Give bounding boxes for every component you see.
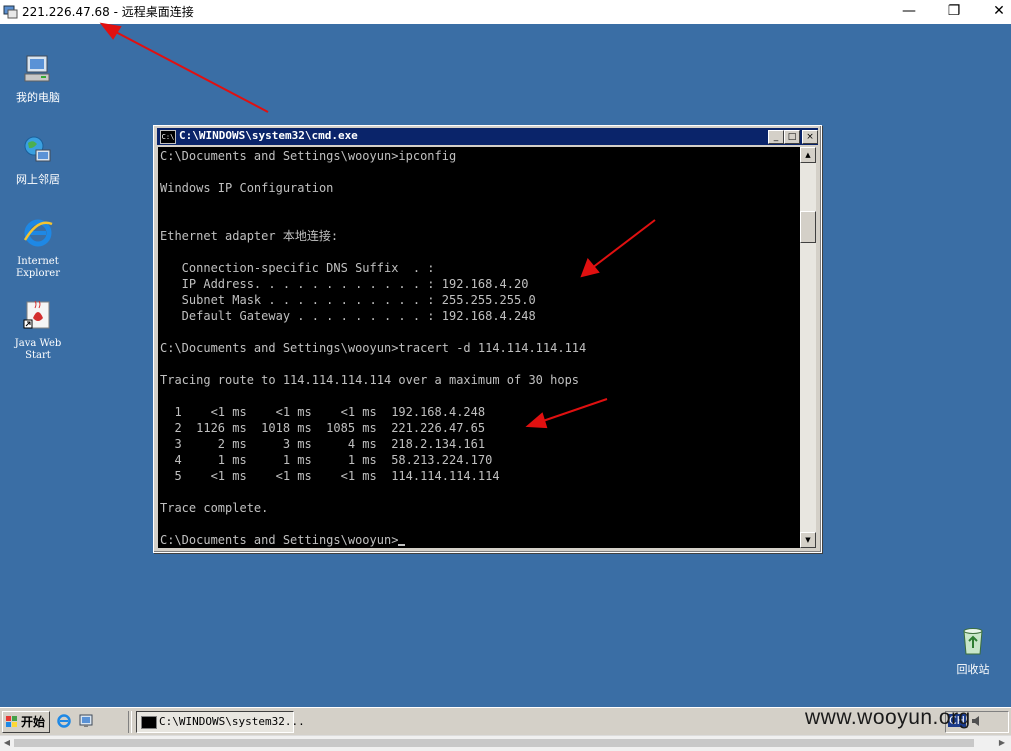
rdp-horizontal-scrollbar[interactable]: ◀ ▶	[0, 735, 1011, 751]
console-line: Default Gateway . . . . . . . . . : 192.…	[160, 309, 536, 323]
desktop-icon-internet-explorer[interactable]: Internet Explorer	[3, 216, 73, 280]
network-places-icon	[24, 136, 51, 162]
desktop-icon-label: 网上邻居	[16, 173, 60, 186]
cmd-title-bar[interactable]: C:\ C:\WINDOWS\system32\cmd.exe _ □ ×	[157, 128, 818, 145]
console-line: Subnet Mask . . . . . . . . . . . : 255.…	[160, 293, 536, 307]
start-label: 开始	[21, 715, 46, 729]
desktop-icon-my-computer[interactable]: 我的电脑	[3, 52, 73, 104]
cmd-minimize-button[interactable]: _	[768, 130, 784, 144]
desktop-icon-network[interactable]: 网上邻居	[3, 134, 73, 186]
console-line: 1 <1 ms <1 ms <1 ms 192.168.4.248	[160, 405, 486, 419]
quicklaunch-desktop-icon[interactable]	[78, 713, 94, 729]
remote-desktop-icon	[3, 5, 18, 19]
desktop-icon-java-web-start[interactable]: Java Web Start	[3, 298, 73, 362]
taskbar-button-cmd[interactable]: C:\WINDOWS\system32...	[136, 711, 305, 733]
console-line: 5 <1 ms <1 ms <1 ms 114.114.114.114	[160, 469, 500, 483]
start-button[interactable]: 开始	[2, 711, 50, 733]
java-web-start-icon	[23, 300, 50, 329]
cmd-icon: C:\	[160, 130, 176, 144]
scroll-right-arrow-icon[interactable]: ▶	[996, 737, 1008, 749]
console-line: IP Address. . . . . . . . . . . . : 192.…	[160, 277, 529, 291]
windows-flag-icon	[6, 716, 17, 727]
console-line: Ethernet adapter 本地连接:	[160, 229, 339, 243]
console-prompt-line[interactable]: C:\Documents and Settings\wooyun>	[160, 532, 406, 548]
my-computer-icon	[24, 55, 50, 82]
cmd-vertical-scrollbar[interactable]: ▲ ▼	[800, 147, 816, 548]
scroll-thumb[interactable]	[14, 739, 974, 747]
desktop-icon-label: 我的电脑	[16, 91, 60, 104]
scroll-left-arrow-icon[interactable]: ◀	[1, 737, 13, 749]
rdp-restore-button[interactable]: ❐	[931, 0, 977, 24]
console-line: Connection-specific DNS Suffix . :	[160, 261, 435, 275]
cmd-maximize-button[interactable]: □	[784, 130, 800, 144]
taskbar-separator	[128, 711, 132, 733]
quicklaunch-ie-icon[interactable]	[56, 713, 72, 729]
scroll-up-arrow-icon[interactable]: ▲	[800, 147, 816, 163]
desktop-icon-label: 回收站	[956, 663, 990, 676]
rdp-close-button[interactable]: ✕	[976, 0, 1011, 24]
console-line: Tracing route to 114.114.114.114 over a …	[160, 373, 580, 387]
console-line: 3 2 ms 3 ms 4 ms 218.2.134.161	[160, 437, 486, 451]
internet-explorer-icon	[23, 219, 53, 247]
cmd-icon	[141, 716, 157, 729]
cmd-window[interactable]: C:\ C:\WINDOWS\system32\cmd.exe _ □ × C:…	[153, 125, 822, 553]
cmd-close-button[interactable]: ×	[802, 130, 818, 144]
recycle-bin-icon	[963, 628, 983, 655]
console-output[interactable]: C:\Documents and Settings\wooyun>ipconfi…	[158, 147, 800, 548]
console-line: C:\Documents and Settings\wooyun>tracert…	[160, 341, 587, 355]
watermark: www.wooyun.org	[805, 706, 971, 729]
console-line: Trace complete.	[160, 501, 269, 515]
rdp-window-title: 221.226.47.68 - 远程桌面连接	[22, 5, 194, 19]
taskbar-button-label: C:\WINDOWS\system32...	[159, 715, 305, 728]
console-line: C:\Documents and Settings\wooyun>ipconfi…	[160, 149, 457, 163]
console-line: Windows IP Configuration	[160, 181, 334, 195]
scroll-down-arrow-icon[interactable]: ▼	[800, 532, 816, 548]
console-line: 4 1 ms 1 ms 1 ms 58.213.224.170	[160, 453, 493, 467]
desktop-icon-recycle-bin[interactable]: 回收站	[938, 624, 1008, 676]
rdp-minimize-button[interactable]: —	[886, 0, 932, 24]
text-cursor	[398, 544, 406, 546]
desktop-icon-label: Java Web Start	[14, 338, 62, 361]
scroll-thumb[interactable]	[800, 211, 816, 243]
cmd-window-title: C:\WINDOWS\system32\cmd.exe	[179, 129, 358, 142]
console-prompt: C:\Documents and Settings\wooyun>	[160, 533, 399, 547]
rdp-title-bar[interactable]: 221.226.47.68 - 远程桌面连接 — ❐ ✕	[0, 0, 1011, 24]
speaker-icon[interactable]	[970, 714, 984, 728]
console-line: 2 1126 ms 1018 ms 1085 ms 221.226.47.65	[160, 421, 486, 435]
desktop-icon-label: Internet Explorer	[15, 256, 61, 279]
